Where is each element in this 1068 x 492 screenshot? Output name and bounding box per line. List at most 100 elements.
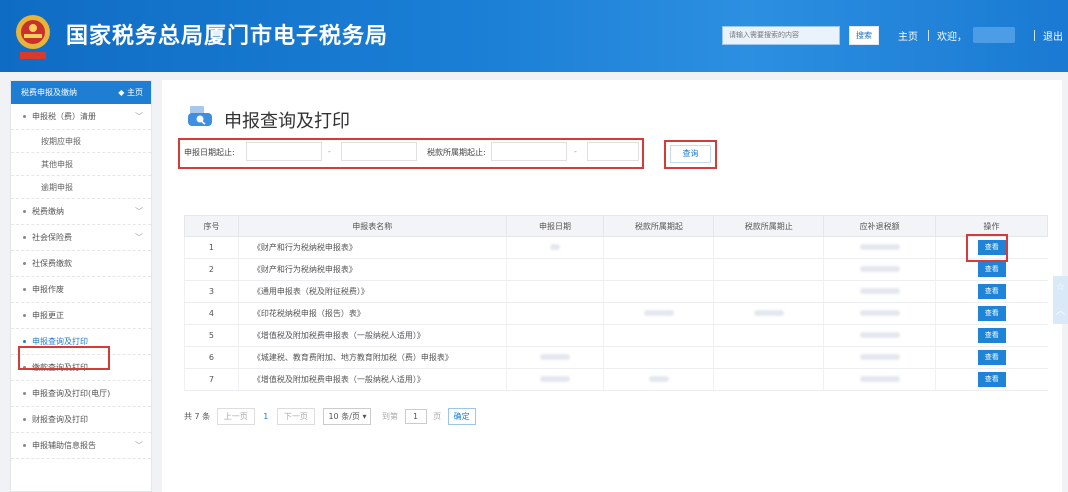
sidebar-item-label: 税费缴纳 xyxy=(32,207,64,216)
search-button[interactable]: 搜索 xyxy=(849,26,879,45)
sidebar-subitem-other[interactable]: 其他申报 xyxy=(11,153,151,176)
sidebar-home-link[interactable]: ◆ 主页 xyxy=(118,81,143,104)
column-header: 税款所属期止 xyxy=(713,215,825,237)
table-row: 3 《通用申报表（税及附征税费）》 查看 xyxy=(184,280,1048,303)
row-number: 7 xyxy=(184,368,239,391)
sidebar-item-tax-payment[interactable]: 税费缴纳 ﹀ xyxy=(11,199,151,225)
sidebar-item-social-fee-payment[interactable]: 社保费缴款 xyxy=(11,251,151,277)
bullet-icon xyxy=(23,340,26,343)
search-input[interactable] xyxy=(722,26,840,45)
caret-down-icon: ▾ xyxy=(362,412,367,421)
table-header-row: 序号 申报表名称 申报日期 税款所属期起 税款所属期止 应补退税额 操作 xyxy=(184,215,1048,237)
row-number: 2 xyxy=(184,258,239,281)
form-name: 《增值税及附加税费申报表（一般纳税人适用）》 xyxy=(237,324,507,347)
emblem-icon xyxy=(16,15,50,59)
bullet-icon xyxy=(23,314,26,317)
sidebar: 税费申报及缴纳 ◆ 主页 申报税（费）清册 ﹀ 按期应申报 其他申报 逾期申报 … xyxy=(10,80,152,492)
view-button[interactable]: 查看 xyxy=(977,284,1006,299)
table-row: 4 《印花税纳税申报（报告）表》 查看 xyxy=(184,302,1048,325)
view-button[interactable]: 查看 xyxy=(977,350,1006,365)
sidebar-item-social-insurance[interactable]: 社会保险费 ﹀ xyxy=(11,225,151,251)
site-title: 国家税务总局厦门市电子税务局 xyxy=(66,24,389,49)
period-end-cell xyxy=(713,324,824,347)
period-end-cell xyxy=(713,236,824,259)
chevron-down-icon: ﹀ xyxy=(135,207,143,216)
home-link[interactable]: 主页 xyxy=(898,28,918,43)
page-size-value: 10 条/页 xyxy=(328,412,360,421)
view-button[interactable]: 查看 xyxy=(977,262,1006,277)
total-count: 共 7 条 xyxy=(184,412,211,421)
row-number: 4 xyxy=(184,302,239,325)
sidebar-item-label: 申报税（费）清册 xyxy=(32,112,96,121)
bullet-icon xyxy=(23,262,26,265)
amount-masked xyxy=(823,302,936,325)
amount-masked xyxy=(823,346,936,369)
bullet-icon xyxy=(23,288,26,291)
back-to-top-icon[interactable]: ︿ xyxy=(1053,300,1068,324)
chevron-down-icon: ﹀ xyxy=(135,441,143,450)
view-button[interactable]: 查看 xyxy=(977,306,1006,321)
declare-date-cell xyxy=(505,258,604,281)
table-row: 1 《财产和行为税纳税申报表》 查看 xyxy=(184,236,1048,259)
period-start-cell xyxy=(603,258,714,281)
sidebar-item-declare-correct[interactable]: 申报更正 xyxy=(11,303,151,329)
sidebar-home-label: 主页 xyxy=(127,88,143,97)
amount-masked xyxy=(823,236,936,259)
column-header: 申报日期 xyxy=(505,215,605,237)
sidebar-item-declare-list[interactable]: 申报税（费）清册 ﹀ xyxy=(11,104,151,130)
page-number[interactable]: 1 xyxy=(257,412,274,421)
confirm-button[interactable]: 确定 xyxy=(447,408,476,425)
sidebar-subitem-overdue[interactable]: 逾期申报 xyxy=(11,176,151,199)
view-button[interactable]: 查看 xyxy=(977,328,1006,343)
period-end-cell xyxy=(713,280,824,303)
declare-date-masked xyxy=(505,236,604,259)
main-panel: 申报查询及打印 申报日期起止: - 税款所属期起止: - 查询 序号 申报表名称… xyxy=(162,80,1062,492)
period-end-masked xyxy=(713,302,824,325)
logout-link[interactable]: 退出 xyxy=(1043,28,1063,43)
column-header: 申报表名称 xyxy=(237,215,507,237)
sidebar-item-financial-query-print[interactable]: 财报查询及打印 xyxy=(11,407,151,433)
action-cell: 查看 xyxy=(935,346,1048,369)
nav-divider xyxy=(928,30,929,41)
period-end-cell xyxy=(713,258,824,281)
home-icon: ◆ xyxy=(118,88,127,97)
declare-date-masked xyxy=(505,368,604,391)
view-button[interactable]: 查看 xyxy=(977,372,1006,387)
row-number: 6 xyxy=(184,346,239,369)
sidebar-item-aux-info-report[interactable]: 申报辅助信息报告 ﹀ xyxy=(11,433,151,459)
bullet-icon xyxy=(23,210,26,213)
sidebar-item-declare-query-print-hall[interactable]: 申报查询及打印(电厅) xyxy=(11,381,151,407)
amount-masked xyxy=(823,280,936,303)
sidebar-item-label: 财报查询及打印 xyxy=(32,415,88,424)
chevron-down-icon: ﹀ xyxy=(135,112,143,121)
page-unit: 页 xyxy=(433,412,442,421)
sidebar-item-declare-void[interactable]: 申报作废 xyxy=(11,277,151,303)
bullet-icon xyxy=(23,444,26,447)
sidebar-subitem-scheduled[interactable]: 按期应申报 xyxy=(11,130,151,153)
declare-date-masked xyxy=(505,346,604,369)
pagination: 共 7 条 上一页 1 下一页 10 条/页 ▾ 到第 1 页 确定 xyxy=(184,408,476,425)
period-start-cell xyxy=(603,236,714,259)
view-highlight-box xyxy=(966,234,1008,262)
table-row: 7 《增值税及附加税费申报表（一般纳税人适用）》 查看 xyxy=(184,368,1048,391)
period-end-cell xyxy=(713,368,824,391)
sidebar-header[interactable]: 税费申报及缴纳 ◆ 主页 xyxy=(11,81,151,104)
row-number: 1 xyxy=(184,236,239,259)
page-size-select[interactable]: 10 条/页 ▾ xyxy=(323,408,372,425)
next-page-button[interactable]: 下一页 xyxy=(276,408,315,425)
amount-masked xyxy=(823,324,936,347)
table-row: 6 《城建税、教育费附加、地方教育附加税（费）申报表》 查看 xyxy=(184,346,1048,369)
row-number: 3 xyxy=(184,280,239,303)
form-name: 《印花税纳税申报（报告）表》 xyxy=(237,302,507,325)
declare-date-cell xyxy=(505,280,604,303)
period-start-masked xyxy=(603,302,714,325)
amount-masked xyxy=(823,258,936,281)
sidebar-item-label: 社会保险费 xyxy=(32,233,72,242)
star-icon[interactable]: ☆ xyxy=(1053,276,1068,300)
sidebar-item-label: 申报更正 xyxy=(32,311,64,320)
sidebar-item-label: 申报查询及打印(电厅) xyxy=(32,389,111,398)
prev-page-button[interactable]: 上一页 xyxy=(216,408,255,425)
sidebar-item-label: 申报作废 xyxy=(32,285,64,294)
column-header: 应补退税额 xyxy=(823,215,937,237)
goto-page-input[interactable]: 1 xyxy=(404,409,427,424)
